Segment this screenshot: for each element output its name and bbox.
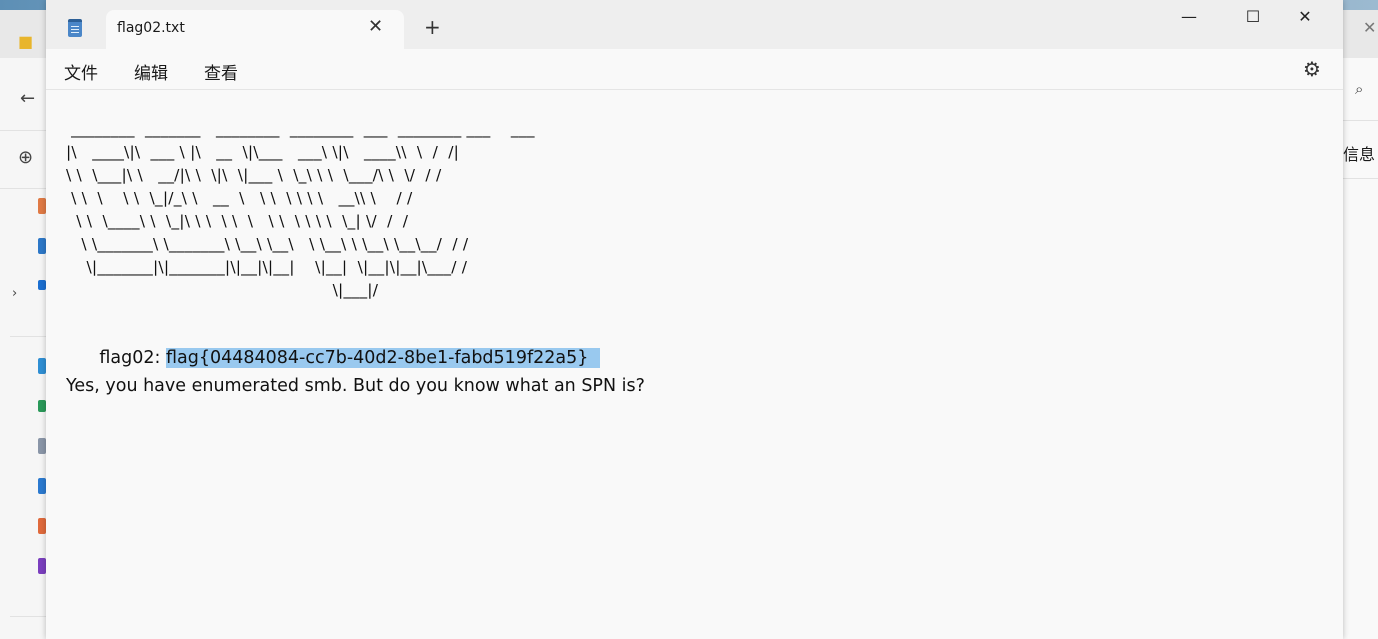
menu-file[interactable]: 文件 — [64, 59, 98, 84]
menu-bar: 文件 编辑 查看 ⚙ — [46, 49, 1343, 90]
music-icon[interactable] — [38, 518, 46, 534]
notepad-window: flag02.txt ✕ + — ☐ ✕ 文件 编辑 查看 ⚙ ________… — [46, 0, 1343, 639]
onedrive-icon[interactable] — [38, 280, 46, 290]
tab-flag02[interactable]: flag02.txt ✕ — [106, 10, 404, 49]
close-button[interactable]: ✕ — [1282, 4, 1328, 30]
selection-trailing-space — [588, 348, 600, 368]
folder-icon[interactable]: ■ — [18, 32, 33, 51]
chevron-right-icon[interactable]: › — [12, 286, 17, 301]
ascii-art-line: ________ _______ ________ ________ ___ _… — [71, 120, 535, 138]
ascii-art-line: |\ ____\|\ ___ \ |\ __ \|\___ ___\ \|\ _… — [66, 143, 460, 161]
flag-label: flag02: — [99, 348, 166, 368]
text-editor[interactable]: ________ _______ ________ ________ ___ _… — [46, 90, 1343, 639]
close-icon[interactable]: ✕ — [1363, 18, 1376, 37]
menu-edit[interactable]: 编辑 — [134, 59, 168, 84]
desktop-icon[interactable] — [38, 358, 46, 374]
new-tab-button[interactable]: + — [424, 17, 441, 37]
maximize-button[interactable]: ☐ — [1230, 4, 1276, 30]
details-label[interactable]: 信息 — [1343, 141, 1375, 165]
selected-flag-text[interactable]: flag{04484084-cc7b-40d2-8be1-fabd519f22a… — [165, 348, 589, 368]
ascii-art-banner: ________ _______ ________ ________ ___ _… — [66, 118, 535, 302]
app-icon — [68, 19, 82, 37]
ascii-art-line: \ \ \____\ \ \_|\ \ \ \ \ \ \ \ \ \ \ \ … — [76, 212, 409, 230]
ascii-art-line: \ \_______\ \_______\ \__\ \__\ \ \__\ \… — [81, 235, 469, 253]
minimize-button[interactable]: — — [1166, 4, 1212, 30]
ascii-art-line: \ \ \ \ \ \_|/_\ \ __ \ \ \ \ \ \ \ __\\… — [71, 189, 413, 207]
ascii-art-line: \|_______|\|_______|\|__|\|__| \|__| \|_… — [86, 258, 468, 276]
title-bar[interactable]: flag02.txt ✕ + — ☐ ✕ — [46, 0, 1343, 49]
tab-close-icon[interactable]: ✕ — [368, 16, 383, 37]
documents-icon[interactable] — [38, 438, 46, 454]
search-icon[interactable]: ⌕ — [1355, 80, 1363, 98]
downloads-icon[interactable] — [38, 400, 46, 412]
tab-title: flag02.txt — [117, 20, 185, 36]
background-explorer-left: ■ ← ⊕ › — [0, 10, 46, 639]
gallery-icon[interactable] — [38, 238, 46, 254]
home-icon[interactable] — [38, 198, 46, 214]
message-line: Yes, you have enumerated smb. But do you… — [66, 376, 645, 396]
new-item-icon[interactable]: ⊕ — [18, 147, 33, 168]
menu-view[interactable]: 查看 — [204, 59, 238, 84]
gear-icon[interactable]: ⚙ — [1303, 57, 1321, 81]
ascii-art-line: \ \ \___|\ \ __/|\ \ \|\ \|___ \ \_\ \ \… — [66, 166, 442, 184]
ascii-art-line: \|___|/ — [66, 281, 379, 299]
videos-icon[interactable] — [38, 558, 46, 574]
pictures-icon[interactable] — [38, 478, 46, 494]
back-arrow-icon[interactable]: ← — [20, 88, 35, 109]
background-explorer-right: ✕ ⌕ 信息 — [1343, 10, 1378, 639]
